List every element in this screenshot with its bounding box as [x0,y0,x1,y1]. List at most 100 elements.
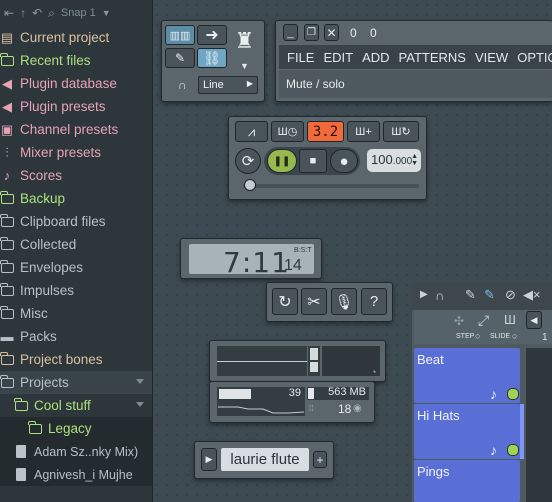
browser-item[interactable]: Misc [0,302,152,325]
scope-mode-icon[interactable]: ◔ [371,367,376,377]
loop-record-icon[interactable]: Ш↻ [383,121,419,142]
arrow-right-icon[interactable]: ▶ [420,289,428,300]
browser-item[interactable]: ♪ Scores [0,164,152,187]
paint-icon[interactable]: ✎ [484,287,495,303]
pattern-number-display[interactable]: 3.2 [307,121,344,142]
dropdown-arrow-icon[interactable]: ▼ [240,61,249,71]
browser-item-label: Current project [20,30,110,45]
browser-item[interactable]: Impulses [0,279,152,302]
browser-item[interactable]: Cool stuff [0,394,152,417]
stamp-icon[interactable]: ♜ [229,25,260,57]
channel-row[interactable]: Hi Hats ♪ [414,404,520,459]
snap-select[interactable]: Line ▶ [198,76,258,94]
performance-panel: 39 563 MB ⁞⁞ 18 ◉ [209,381,375,423]
magnet-icon[interactable]: ∩ [178,78,187,92]
channel-row[interactable]: Beat ♪ [414,348,520,403]
arrow-right-icon[interactable]: ➜ [197,25,227,45]
chevron-down-icon[interactable]: ▼ [102,8,111,18]
browser-item[interactable]: ◀ Plugin presets [0,95,152,118]
browser-item[interactable]: Backup [0,187,152,210]
peak-meter [308,346,320,376]
file-icon [12,445,30,458]
browser-item-label: Cool stuff [34,398,91,413]
tempo-display[interactable]: 100.000 ▲ ▼ [367,149,421,172]
browser-item[interactable]: Collected [0,233,152,256]
menu-item[interactable]: EDIT [323,50,353,65]
browser-item[interactable]: ▣ Channel presets [0,118,152,141]
piano-icon[interactable]: Ш [504,312,516,327]
graph-icon[interactable]: ✣ [454,314,464,328]
pencil-icon[interactable]: ✎ [165,48,195,68]
browser-item[interactable]: Recent files [0,49,152,72]
menu-item[interactable]: OPTIONS [517,50,552,65]
menu-item[interactable]: ADD [362,50,389,65]
restore-icon[interactable]: ❐ [304,24,319,41]
browser-item[interactable]: Clipboard files [0,210,152,233]
channel-name: Pings [417,464,450,479]
menu-item[interactable]: VIEW [475,50,508,65]
expand-arrow-icon[interactable] [136,402,144,407]
piano-roll-icon[interactable]: ▥▥ [165,25,195,45]
browser-item[interactable]: Projects [0,371,152,394]
add-pattern-icon[interactable]: Ш+ [347,121,380,142]
back-icon[interactable]: ↶ [32,6,42,20]
browser-item-label: Misc [20,306,48,321]
scroll-left-button[interactable]: ◀ [526,311,542,329]
slide-toggle-icon[interactable]: ○ [512,331,517,341]
preset-name-field[interactable]: laurie flute [221,448,309,471]
browser-item-label: Scores [20,168,63,183]
browser-item[interactable]: ▤ Current project [0,26,152,49]
slider-knob[interactable] [244,179,256,191]
link-icon[interactable]: ⛓ [197,48,227,68]
menu-item[interactable]: FILE [287,50,314,65]
browser-item-label: Impulses [20,283,75,298]
browser-item[interactable]: Legacy [0,417,152,440]
expand-arrow-icon[interactable] [136,379,144,384]
page-number: 1 [542,332,548,343]
microphone-icon[interactable]: 🎙 [331,288,357,315]
record-button[interactable]: ● [330,149,358,173]
metronome-icon[interactable]: ⩘ [235,121,268,142]
snap-label[interactable]: Snap 1 [61,7,96,19]
collapse-icon[interactable]: ⇤ [4,6,14,20]
browser-item[interactable]: ◀ Plugin database [0,72,152,95]
browser-item[interactable]: Project bones [0,348,152,371]
browser-item[interactable]: Adam Sz..nky Mix) [0,440,152,463]
slide-tool-icon[interactable]: ⤢ [478,312,489,329]
folder-refresh-icon [0,190,16,204]
channel-row[interactable]: Pings [414,460,520,502]
close-icon[interactable]: ✕ [324,24,339,41]
up-arrow-icon[interactable]: ↑ [20,6,26,20]
time-display[interactable]: 7:11 14 B:S:T [189,244,314,279]
add-preset-button[interactable]: + [313,451,327,468]
play-button[interactable]: ❚❚ [267,149,297,173]
browser-item[interactable]: ⫶ Mixer presets [0,141,152,164]
undo-icon[interactable]: ↻ [272,288,298,315]
browser-item[interactable]: ▬ Packs [0,325,152,348]
note-icon: ♪ [3,168,11,183]
channel-led-icon[interactable] [507,444,519,456]
polyphony-icon: ⁞⁞ [309,404,314,413]
browser-item[interactable]: Envelopes [0,256,152,279]
channel-led-icon[interactable] [507,388,519,400]
channel-selector[interactable] [520,404,524,459]
eye-icon[interactable]: ◉ [353,403,362,414]
browser-item[interactable]: Agnivesh_i Mujhe [0,463,152,486]
help-icon[interactable]: ? [361,288,387,315]
loop-mode-icon[interactable]: ⟳ [235,148,261,174]
menu-item[interactable]: PATTERNS [399,50,466,65]
step-toggle-icon[interactable]: ○ [475,331,480,341]
note-icon: ♪ [490,386,497,402]
master-pitch-slider[interactable] [243,184,419,188]
typing-keyboard-icon[interactable]: Ш◷ [271,121,304,142]
stop-button[interactable]: ■ [299,149,327,173]
pencil-icon[interactable]: ✎ [465,287,476,303]
cut-tools-icon[interactable]: ✂ [301,288,327,315]
counter-a: 0 [350,26,357,40]
magnet-icon[interactable]: ∩ [435,288,444,303]
delete-icon[interactable]: ⊘ [505,287,516,303]
minimize-icon[interactable]: _ [283,24,298,41]
mute-icon[interactable]: ◀× [523,287,541,303]
search-icon[interactable]: ⌕ [48,6,55,21]
play-arrow-icon[interactable]: ▶ [201,448,217,471]
